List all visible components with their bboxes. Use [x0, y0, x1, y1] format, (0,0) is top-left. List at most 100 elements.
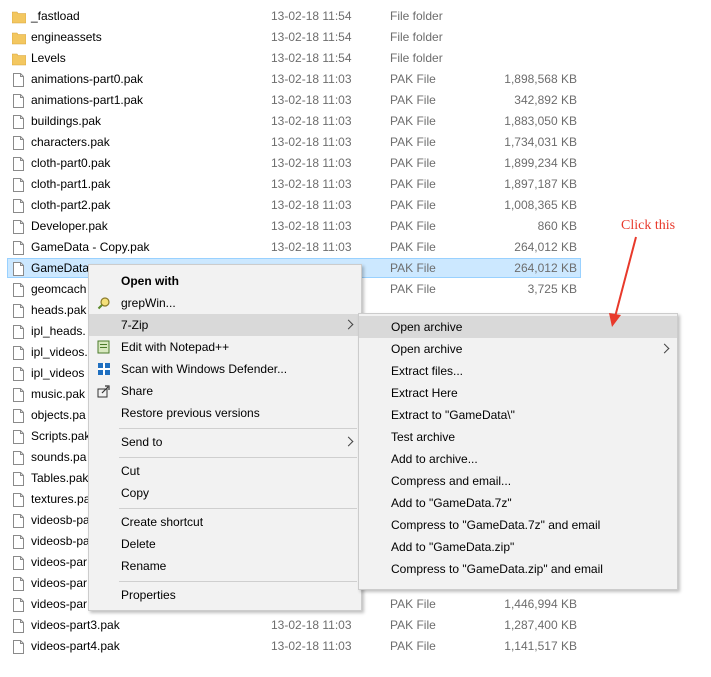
file-row[interactable]: buildings.pak 13-02-18 11:03 PAK File 1,883…: [0, 111, 711, 132]
submenu-add-to-archive[interactable]: Add to archive...: [359, 448, 677, 470]
file-icon: [13, 619, 24, 633]
file-size: 1,008,365 KB: [504, 198, 577, 212]
file-name: cloth-part1.pak: [31, 177, 111, 191]
file-row[interactable]: characters.pak 13-02-18 11:03 PAK File 1,73…: [0, 132, 711, 153]
menu-label: Compress and email...: [391, 474, 512, 488]
file-name: videosb-pa: [31, 513, 90, 527]
submenu-extract-here[interactable]: Extract Here: [359, 382, 677, 404]
file-size: 1,446,994 KB: [504, 597, 577, 611]
file-icon: [13, 241, 24, 255]
file-type: PAK File: [390, 597, 436, 611]
menu-label: Test archive: [391, 430, 456, 444]
menu-grepwin[interactable]: grepWin...: [89, 292, 361, 314]
menu-scan-defender[interactable]: Scan with Windows Defender...: [89, 358, 361, 380]
file-icon: [13, 514, 24, 528]
menu-share[interactable]: Share: [89, 380, 361, 402]
menu-label: Compress to "GameData.7z" and email: [391, 518, 601, 532]
file-row[interactable]: animations-part0.pak 13-02-18 11:03 PAK Fi…: [0, 69, 711, 90]
annotation-arrow-icon: [609, 236, 637, 327]
file-row[interactable]: animations-part1.pak 13-02-18 11:03 PAK Fi…: [0, 90, 711, 111]
submenu-test-archive[interactable]: Test archive: [359, 426, 677, 448]
file-row[interactable]: Levels 13-02-18 11:54 File folder: [0, 48, 711, 69]
file-name: animations-part0.pak: [31, 72, 144, 86]
menu-label: Scan with Windows Defender...: [121, 362, 288, 376]
file-type: PAK File: [390, 618, 436, 632]
menu-cut[interactable]: Cut: [89, 460, 361, 482]
submenu-extract-files[interactable]: Extract files...: [359, 360, 677, 382]
file-icon: [13, 430, 24, 444]
file-date: 13-02-18 11:03: [271, 639, 352, 653]
file-icon: [13, 472, 24, 486]
annotation-text: Click this: [621, 218, 676, 233]
folder-icon: [12, 32, 26, 45]
file-icon: [13, 556, 24, 570]
menu-label: Send to: [121, 435, 163, 449]
menu-send-to[interactable]: Send to: [89, 431, 361, 453]
file-row[interactable]: cloth-part2.pak 13-02-18 11:03 PAK File 1,0…: [0, 195, 711, 216]
menu-rename[interactable]: Rename: [89, 555, 361, 577]
file-name: GameData: [31, 261, 90, 275]
file-row[interactable]: cloth-part1.pak 13-02-18 11:03 PAK File 1,8…: [0, 174, 711, 195]
file-size: 1,898,568 KB: [504, 72, 577, 86]
file-name: videosb-pa: [31, 534, 90, 548]
file-date: 13-02-18 11:03: [271, 240, 352, 254]
file-name: textures.pa: [31, 492, 91, 506]
file-icon: [13, 157, 24, 171]
menu-open-with[interactable]: Open with: [89, 270, 361, 292]
submenu-compress-email[interactable]: Compress and email...: [359, 470, 677, 492]
submenu-open-archive-more[interactable]: Open archive: [359, 338, 677, 360]
menu-restore[interactable]: Restore previous versions: [89, 402, 361, 424]
file-name: geomcach: [31, 282, 87, 296]
menu-separator: [119, 508, 357, 509]
file-date: 13-02-18 11:03: [271, 198, 352, 212]
menu-copy[interactable]: Copy: [89, 482, 361, 504]
file-date: 13-02-18 11:54: [271, 51, 352, 65]
file-type: File folder: [390, 51, 443, 65]
menu-label: Delete: [121, 537, 156, 551]
file-row[interactable]: Developer.pak 13-02-18 11:03 PAK File 860 K…: [0, 216, 711, 237]
menu-label: Open with: [121, 274, 179, 288]
menu-edit-notepad[interactable]: Edit with Notepad++: [89, 336, 361, 358]
file-name: engineassets: [31, 30, 102, 44]
file-name: ipl_videos: [31, 366, 85, 380]
menu-label: Restore previous versions: [121, 406, 260, 420]
submenu-extract-to[interactable]: Extract to "GameData\": [359, 404, 677, 426]
file-type: File folder: [390, 9, 443, 23]
menu-label: Share: [121, 384, 154, 398]
menu-label: Open archive: [391, 320, 463, 334]
file-row[interactable]: videos-part4.pak 13-02-18 11:03 PAK File 1,…: [0, 636, 711, 657]
file-size: 1,883,050 KB: [504, 114, 577, 128]
menu-delete[interactable]: Delete: [89, 533, 361, 555]
file-size: 264,012 KB: [514, 261, 577, 275]
menu-label: Rename: [121, 559, 167, 573]
shield-icon: [98, 363, 110, 375]
menu-7zip[interactable]: 7-Zip: [89, 314, 361, 336]
submenu-add-7z[interactable]: Add to "GameData.7z": [359, 492, 677, 514]
file-name: videos-par: [31, 576, 88, 590]
menu-separator: [119, 457, 357, 458]
file-row[interactable]: engineassets 13-02-18 11:54 File folder: [0, 27, 711, 48]
file-row[interactable]: _fastload 13-02-18 11:54 File folder: [0, 6, 711, 27]
menu-label: Extract files...: [391, 364, 464, 378]
submenu-compress-zip-email[interactable]: Compress to "GameData.zip" and email: [359, 558, 677, 580]
file-name: videos-par: [31, 597, 88, 611]
file-row[interactable]: videos-part3.pak 13-02-18 11:03 PAK File 1,…: [0, 615, 711, 636]
menu-properties[interactable]: Properties: [89, 584, 361, 606]
file-icon: [13, 304, 24, 318]
file-name: videos-par: [31, 555, 88, 569]
submenu-add-zip[interactable]: Add to "GameData.zip": [359, 536, 677, 558]
file-name: Developer.pak: [31, 219, 108, 233]
file-row[interactable]: cloth-part0.pak 13-02-18 11:03 PAK File 1,8…: [0, 153, 711, 174]
menu-label: 7-Zip: [121, 318, 149, 332]
file-size: 1,141,517 KB: [504, 639, 577, 653]
submenu-compress-7z-email[interactable]: Compress to "GameData.7z" and email: [359, 514, 677, 536]
file-type: PAK File: [390, 219, 436, 233]
file-name: _fastload: [31, 9, 80, 23]
share-icon: [97, 385, 110, 398]
file-icon: [13, 388, 24, 402]
menu-create-shortcut[interactable]: Create shortcut: [89, 511, 361, 533]
chevron-right-icon: [659, 343, 670, 354]
file-icon: [13, 136, 24, 150]
file-name: characters.pak: [31, 135, 110, 149]
menu-separator: [119, 581, 357, 582]
